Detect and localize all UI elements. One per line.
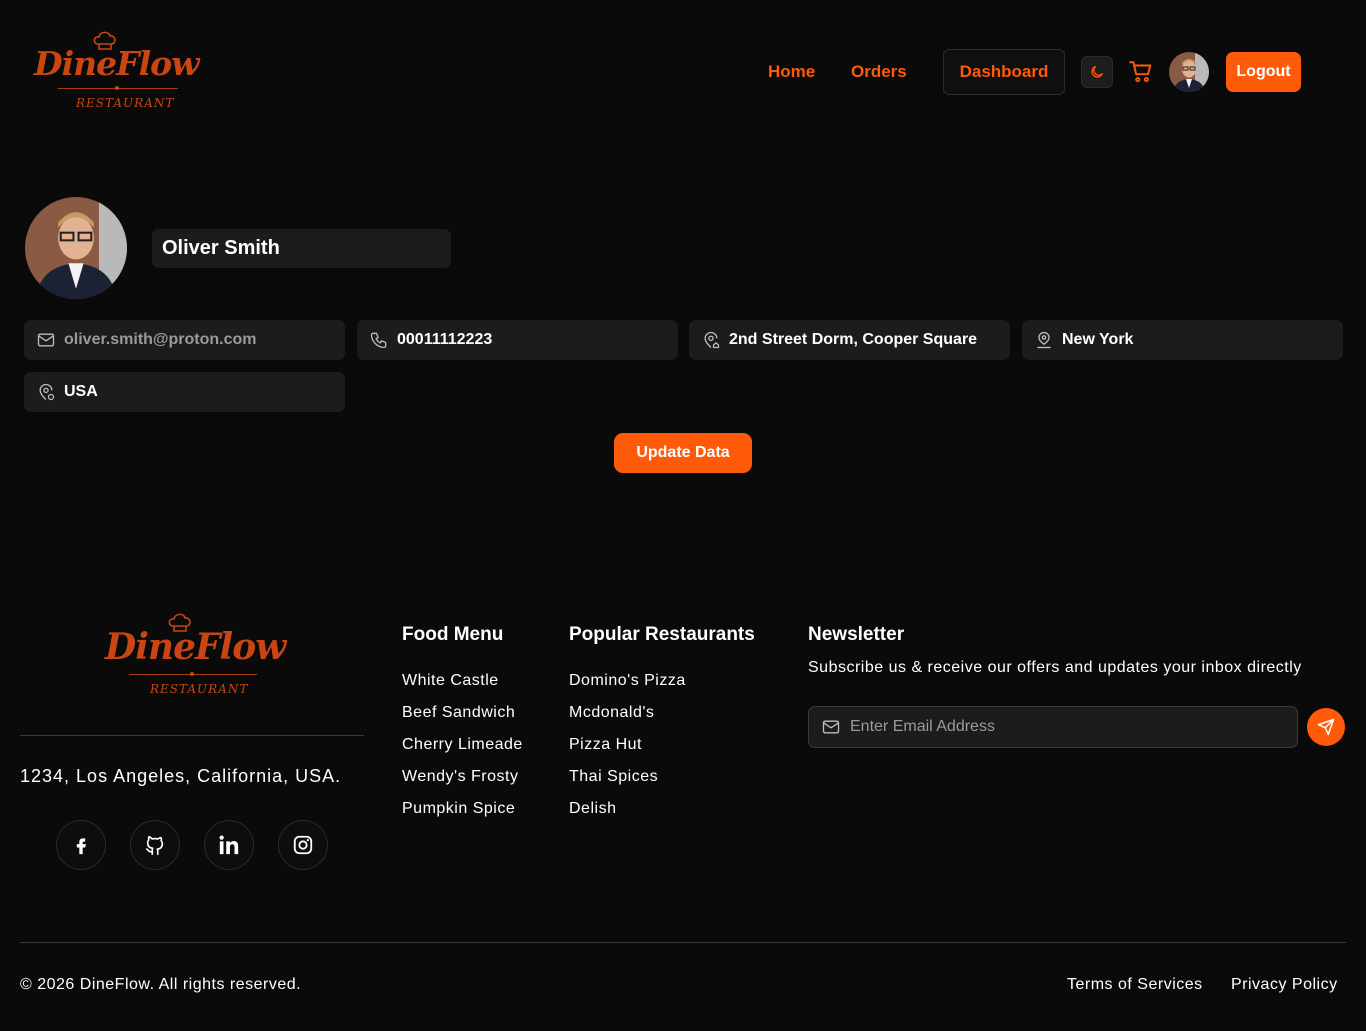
phone-field[interactable]: 00011112223 — [357, 320, 678, 360]
location-user-icon — [1037, 331, 1051, 349]
logo-dot — [115, 86, 119, 90]
phone-value: 00011112223 — [397, 331, 493, 348]
map-pin-settings-icon — [39, 383, 55, 401]
profile-avatar — [25, 197, 127, 299]
footer-logo[interactable]: DineFlow RESTAURANT — [105, 612, 286, 704]
food-menu-item[interactable]: Beef Sandwich — [402, 702, 523, 734]
user-avatar[interactable] — [1169, 52, 1209, 92]
terms-link[interactable]: Terms of Services — [1067, 976, 1203, 994]
copyright-text: © 2026 DineFlow. All rights reserved. — [20, 976, 302, 993]
footer-bottom-divider — [20, 942, 1346, 943]
footer-divider — [20, 735, 364, 736]
moon-icon — [1091, 66, 1103, 78]
restaurant-item[interactable]: Delish — [569, 798, 686, 830]
food-menu-item[interactable]: Wendy's Frosty — [402, 766, 523, 798]
linkedin-link[interactable] — [204, 820, 254, 870]
avatar-photo — [1169, 52, 1209, 92]
city-value: New York — [1062, 331, 1134, 348]
email-field[interactable]: oliver.smith@proton.com — [24, 320, 345, 360]
facebook-icon — [76, 838, 86, 855]
food-menu-item[interactable]: Cherry Limeade — [402, 734, 523, 766]
linkedin-icon — [219, 835, 239, 855]
facebook-link[interactable] — [56, 820, 106, 870]
city-field[interactable]: New York — [1022, 320, 1343, 360]
phone-icon — [370, 332, 387, 349]
newsletter-email-input[interactable] — [850, 718, 1270, 736]
restaurant-item[interactable]: Mcdonald's — [569, 702, 686, 734]
country-field[interactable]: USA — [24, 372, 345, 412]
newsletter-title: Newsletter — [808, 624, 905, 645]
nav-orders-link[interactable]: Orders — [851, 60, 907, 84]
logo-wordmark: DineFlow — [34, 44, 200, 83]
email-value: oliver.smith@proton.com — [64, 331, 257, 348]
mail-icon — [822, 720, 840, 734]
logo-dot — [190, 672, 194, 676]
address-value: 2nd Street Dorm, Cooper Square — [729, 331, 978, 348]
logo-wordmark: DineFlow — [105, 626, 286, 668]
instagram-link[interactable] — [278, 820, 328, 870]
github-link[interactable] — [130, 820, 180, 870]
update-data-button[interactable]: Update Data — [614, 433, 752, 473]
send-icon — [1317, 718, 1335, 736]
logout-button[interactable]: Logout — [1226, 52, 1301, 92]
food-menu-item[interactable]: Pumpkin Spice — [402, 798, 523, 830]
github-icon — [145, 836, 164, 855]
cart-button[interactable] — [1128, 59, 1154, 85]
cart-icon — [1129, 61, 1152, 83]
food-menu-item[interactable]: White Castle — [402, 670, 523, 702]
address-field[interactable]: 2nd Street Dorm, Cooper Square — [689, 320, 1010, 360]
nav-home-link[interactable]: Home — [768, 60, 815, 84]
nav-dashboard-button[interactable]: Dashboard — [943, 49, 1065, 95]
header-logo[interactable]: DineFlow RESTAURANT — [34, 30, 204, 120]
country-value: USA — [64, 383, 98, 400]
instagram-icon — [293, 835, 313, 855]
newsletter-submit-button[interactable] — [1307, 708, 1345, 746]
profile-name: Oliver Smith — [152, 229, 451, 268]
restaurant-item[interactable]: Pizza Hut — [569, 734, 686, 766]
profile-photo — [25, 197, 127, 299]
restaurant-item[interactable]: Thai Spices — [569, 766, 686, 798]
privacy-link[interactable]: Privacy Policy — [1231, 976, 1338, 994]
logo-tagline: RESTAURANT — [150, 682, 249, 696]
popular-restaurants-title: Popular Restaurants — [569, 624, 755, 645]
theme-toggle-button[interactable] — [1081, 56, 1113, 88]
popular-restaurants-list: Domino's Pizza Mcdonald's Pizza Hut Thai… — [569, 670, 686, 830]
footer-address: 1234, Los Angeles, California, USA. — [20, 766, 342, 786]
newsletter-description: Subscribe us & receive our offers and up… — [808, 659, 1302, 676]
map-pin-home-icon — [704, 331, 720, 349]
logo-tagline: RESTAURANT — [76, 96, 175, 110]
food-menu-title: Food Menu — [402, 624, 504, 645]
newsletter-email-field[interactable] — [808, 706, 1298, 748]
food-menu-list: White Castle Beef Sandwich Cherry Limead… — [402, 670, 523, 830]
restaurant-item[interactable]: Domino's Pizza — [569, 670, 686, 702]
mail-icon — [37, 333, 55, 347]
